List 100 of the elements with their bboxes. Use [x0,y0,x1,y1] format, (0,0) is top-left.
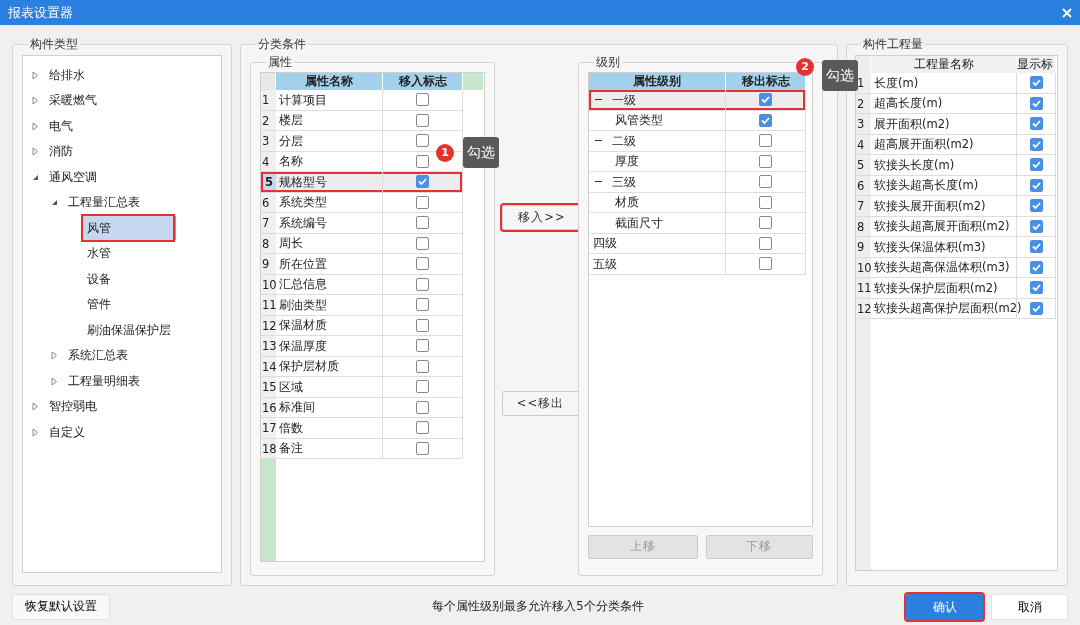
row-number: 13 [261,336,276,357]
checkbox[interactable] [1029,178,1043,192]
group-label: 分类条件 [257,37,307,51]
checkbox[interactable] [759,236,772,250]
checkbox[interactable] [759,175,772,189]
restore-defaults-button[interactable]: 恢复默认设置 [12,594,110,620]
expand-arrow-icon[interactable] [31,96,40,106]
expand-arrow-icon[interactable] [31,121,40,131]
checkbox[interactable] [416,175,429,189]
tree-item[interactable]: 给排水 [45,62,89,87]
checkbox[interactable] [1029,137,1043,151]
checkbox[interactable] [759,134,772,148]
table-cell: 超高长度(m) [871,93,1017,114]
group-label: 构件工程量 [862,37,924,51]
checkbox[interactable] [416,380,429,394]
expand-arrow-icon[interactable] [31,427,40,437]
checkbox[interactable] [416,154,429,168]
tree-item[interactable]: 自定义 [45,419,89,444]
tree-item[interactable]: 刷油保温保护层 [83,317,175,342]
tree-item[interactable]: 管件 [83,292,115,317]
expand-arrow-icon[interactable] [50,351,59,361]
checkbox[interactable] [1029,117,1043,131]
checkbox[interactable] [1029,281,1043,295]
checkbox[interactable] [759,257,772,271]
tree-row[interactable]: 厚度 [589,151,726,172]
tree-row[interactable]: 截面尺寸 [589,213,726,234]
table-cell: 倍数 [276,418,383,439]
checkbox[interactable] [416,93,429,107]
row-number: 12 [261,315,276,336]
tree-item-label: 截面尺寸 [615,214,663,232]
tree-item-label: 二级 [612,132,636,150]
table-cell: 软接头保温体积(m3) [871,237,1017,258]
expand-arrow-icon[interactable] [31,147,40,157]
checkbox[interactable] [1029,240,1043,254]
column-header[interactable]: 属性级别 [589,73,726,90]
tree-item[interactable]: 系统汇总表 [64,343,132,368]
checkbox[interactable] [1029,260,1043,274]
expand-arrow-icon[interactable] [50,376,59,386]
checkbox[interactable] [416,441,429,455]
expand-arrow-icon[interactable] [31,70,40,80]
checkbox[interactable] [416,359,429,373]
move-out-button[interactable]: <<移出 [502,391,579,416]
checkbox[interactable] [416,113,429,127]
tree-item[interactable]: 采暖燃气 [45,88,101,113]
column-header[interactable]: 移入标志 [383,73,463,90]
checkbox[interactable] [416,421,429,435]
tree-row[interactable]: 一级 [589,90,726,111]
close-icon[interactable] [1062,7,1072,18]
row-number: 6 [856,175,871,196]
checkbox[interactable] [759,216,772,230]
tree-row[interactable]: 四级 [589,233,726,254]
checkbox[interactable] [1029,158,1043,172]
tree-row[interactable]: 五级 [589,254,726,275]
tree-item[interactable]: 消防 [45,139,77,164]
checkbox[interactable] [416,257,429,271]
checkbox[interactable] [759,154,772,168]
tree-item[interactable]: 电气 [45,113,77,138]
checkbox[interactable] [1029,96,1043,110]
tree-row[interactable]: 二级 [589,131,726,152]
row-number: 14 [261,356,276,377]
checkbox[interactable] [1029,219,1043,233]
checkbox[interactable] [416,400,429,414]
checkbox[interactable] [1029,199,1043,213]
checkbox[interactable] [759,113,772,127]
expand-arrow-icon[interactable] [31,402,40,412]
confirm-button[interactable]: 确认 [906,594,983,620]
checkbox[interactable] [1029,76,1043,90]
checkbox[interactable] [416,298,429,312]
checkbox[interactable] [1029,301,1043,315]
checkbox[interactable] [416,195,429,209]
table-cell: 软接头超高保温体积(m3) [871,257,1017,278]
checkbox[interactable] [416,216,429,230]
tree-item[interactable]: 水管 [83,241,115,266]
row-number: 4 [856,134,871,155]
tree-item[interactable]: 智控弱电 [45,394,101,419]
cancel-button[interactable]: 取消 [991,594,1068,620]
tree-item[interactable]: 通风空调 [45,164,101,189]
tree-row[interactable]: 风管类型 [589,110,726,131]
checkbox[interactable] [759,195,772,209]
column-header[interactable]: 属性名称 [276,73,383,90]
tree-item[interactable]: 风管 [83,215,173,240]
tree-row[interactable]: 三级 [589,172,726,193]
tree-row[interactable]: 材质 [589,192,726,213]
column-header[interactable]: 工程量名称 [871,56,1017,73]
column-header[interactable]: 移出标志 [726,73,806,90]
collapse-arrow-icon[interactable] [50,198,59,208]
row-number: 12 [856,298,871,319]
group-label: 构件类型 [29,37,79,51]
column-header[interactable]: 显示标 [1017,56,1056,73]
checkbox[interactable] [416,318,429,332]
table-cell: 软接头保护层面积(m2) [871,278,1017,299]
checkbox[interactable] [416,236,429,250]
checkbox[interactable] [416,277,429,291]
checkbox[interactable] [416,339,429,353]
table-cell: 分层 [276,131,383,152]
tree-item[interactable]: 工程量明细表 [64,368,144,393]
tree-item[interactable]: 设备 [83,266,115,291]
checkbox[interactable] [759,93,772,107]
tree-item[interactable]: 工程量汇总表 [64,190,144,215]
checkbox[interactable] [416,134,429,148]
